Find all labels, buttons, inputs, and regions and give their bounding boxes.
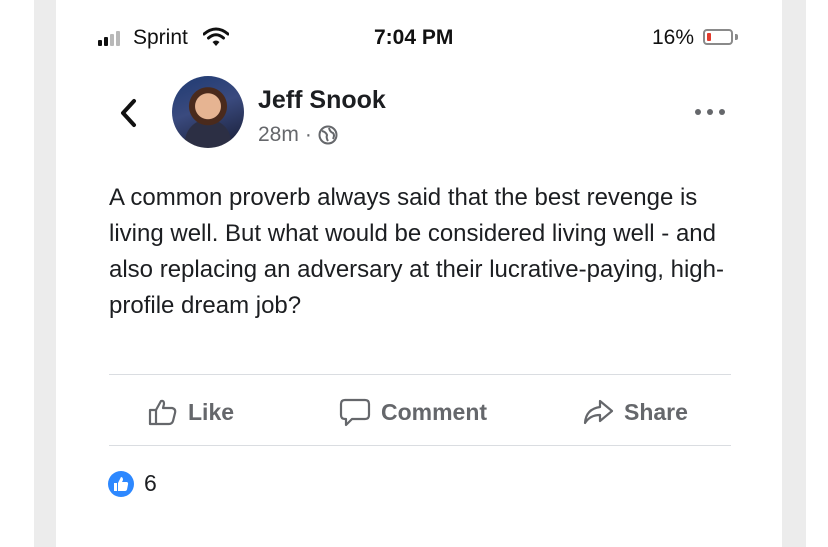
battery-icon xyxy=(703,29,733,45)
comment-bubble-icon xyxy=(339,398,371,427)
author-name[interactable]: Jeff Snook xyxy=(258,86,386,115)
like-reaction-icon xyxy=(108,470,134,497)
thumbs-up-icon xyxy=(148,399,177,426)
battery-level-fill xyxy=(707,33,711,41)
post-time[interactable]: 28m xyxy=(258,123,299,147)
more-options-icon[interactable] xyxy=(694,108,726,116)
comment-label: Comment xyxy=(381,398,488,425)
reaction-summary[interactable]: 6 xyxy=(108,470,157,497)
actions-top-divider xyxy=(109,374,731,375)
phone-screen: Sprint 7:04 PM 16% Jeff Snook 28m · A co… xyxy=(56,0,782,547)
battery-terminal xyxy=(735,34,738,40)
like-label: Like xyxy=(188,398,235,425)
status-bar: Sprint 7:04 PM 16% xyxy=(56,0,782,72)
reaction-count: 6 xyxy=(144,470,157,496)
share-button[interactable]: Share xyxy=(582,392,688,432)
globe-icon xyxy=(318,125,338,145)
author-avatar[interactable] xyxy=(172,76,244,148)
right-gutter xyxy=(806,0,828,547)
actions-bottom-divider xyxy=(109,445,731,446)
cellular-signal-icon xyxy=(98,30,124,46)
post-meta: 28m · xyxy=(258,122,338,148)
post-text: A common proverb always said that the be… xyxy=(109,184,724,319)
wifi-icon xyxy=(203,27,229,46)
share-arrow-icon xyxy=(583,399,614,425)
status-time: 7:04 PM xyxy=(374,26,454,49)
carrier-name: Sprint xyxy=(133,26,188,49)
meta-separator: · xyxy=(304,123,312,146)
like-button[interactable]: Like xyxy=(148,392,234,432)
left-gutter xyxy=(0,0,34,547)
back-chevron-icon[interactable] xyxy=(116,96,144,130)
battery-percent: 16% xyxy=(652,26,695,49)
comment-button[interactable]: Comment xyxy=(339,392,487,432)
share-label: Share xyxy=(624,398,688,425)
